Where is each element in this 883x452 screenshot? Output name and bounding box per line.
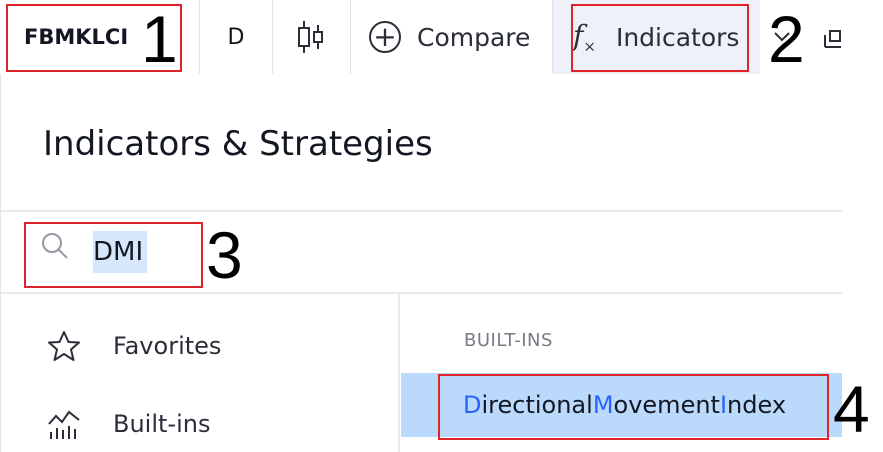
sidebar-item-label: Favorites [113, 332, 222, 360]
result-text: ndex [727, 391, 787, 419]
column-divider [398, 294, 400, 452]
section-header: BUILT-INS [464, 330, 553, 351]
function-icon: f× [573, 18, 596, 56]
annotation-number-1: 1 [141, 2, 178, 76]
add-circle-icon: + [369, 21, 401, 53]
match-highlight: M [592, 391, 614, 419]
search-input[interactable] [93, 234, 193, 270]
divider [1, 210, 842, 212]
sidebar-item-built-ins[interactable]: Built-ins [47, 408, 210, 440]
compare-button[interactable]: + Compare [351, 0, 551, 74]
sidebar-item-favorites[interactable]: Favorites [47, 330, 221, 362]
result-text: ovement [613, 391, 720, 419]
star-icon [48, 331, 80, 361]
indicators-label: Indicators [615, 22, 740, 52]
match-highlight: D [463, 391, 482, 419]
annotation-number-3: 3 [206, 218, 243, 292]
annotation-number-2: 2 [768, 2, 805, 76]
alert-button[interactable] [822, 0, 844, 74]
dialog-title: Indicators & Strategies [43, 124, 433, 164]
chart-type-button[interactable] [273, 0, 349, 74]
symbol-label: FBMKLCI [24, 25, 129, 49]
indicators-dialog: Indicators & Strategies Favorites Buil [0, 74, 842, 452]
interval-button[interactable]: D [200, 0, 272, 74]
indicators-button[interactable]: f× Indicators [553, 0, 760, 74]
partial-toolbar-icon [824, 30, 841, 48]
search-icon [42, 233, 68, 259]
divider [1, 292, 842, 294]
result-item-dmi[interactable]: Directional Movement Index [401, 373, 842, 437]
candlestick-icon [298, 21, 323, 53]
top-toolbar: FBMKLCI D + Compare f× Indicators [0, 0, 841, 75]
interval-label: D [227, 24, 245, 50]
annotation-number-4: 4 [833, 372, 870, 446]
compare-label: Compare [417, 22, 531, 52]
result-text: irectional [481, 391, 593, 419]
chart-bars-icon [48, 410, 80, 439]
sidebar-item-label: Built-ins [113, 410, 211, 438]
match-highlight: I [719, 391, 728, 419]
